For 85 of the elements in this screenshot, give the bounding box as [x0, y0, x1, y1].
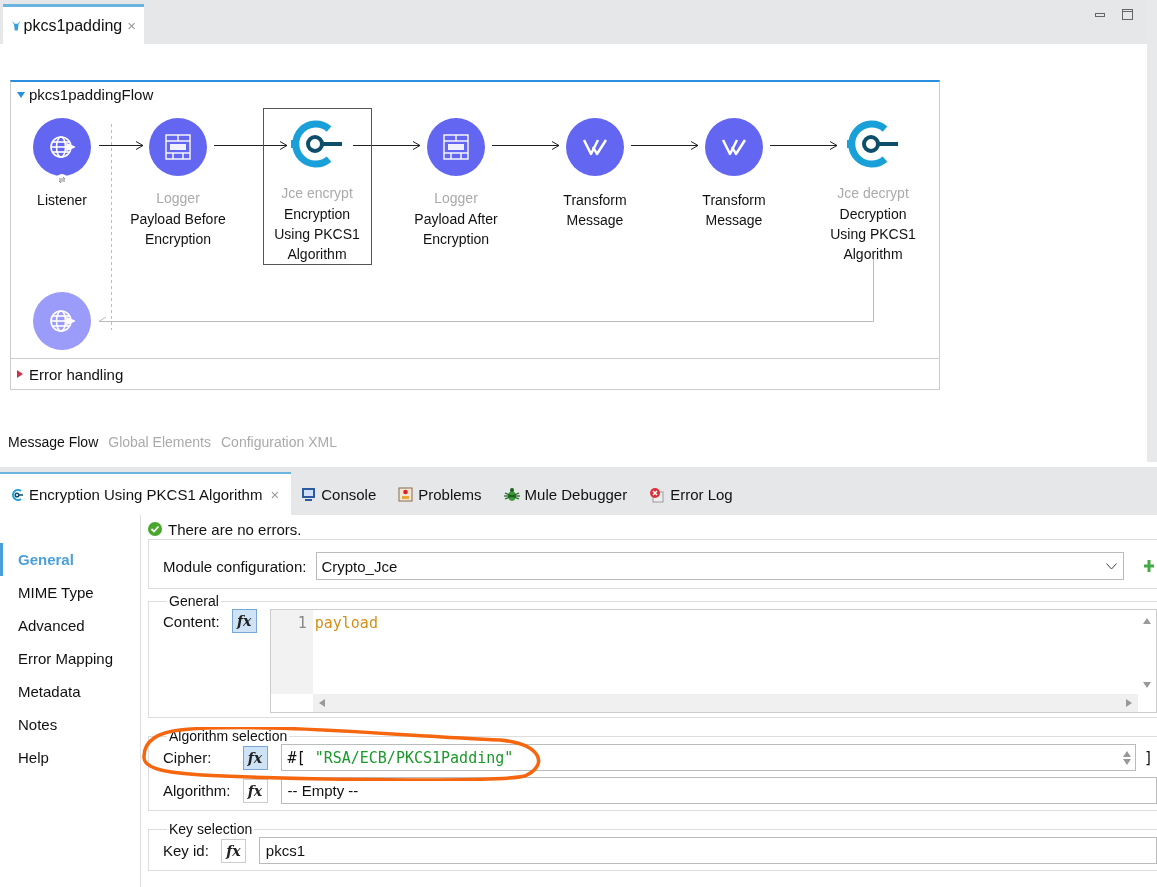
globe-icon [49, 307, 75, 334]
node-type: Jce decrypt [837, 184, 909, 201]
panel-tab[interactable]: Console [291, 472, 389, 515]
field-label: Module configuration: [163, 557, 307, 575]
panel-tab[interactable]: Problems [388, 472, 494, 515]
scroll-down-button[interactable] [1143, 682, 1151, 688]
expand-icon[interactable] [17, 370, 23, 379]
globe-icon [49, 133, 75, 160]
spin-up-button[interactable] [1122, 750, 1131, 757]
key-ring-icon [845, 119, 901, 170]
closing-bracket: ] [1143, 748, 1153, 767]
flow-node[interactable]: Transform Message [540, 107, 650, 265]
panel-tab[interactable]: Error Log [639, 472, 745, 515]
sync-icon [56, 173, 68, 186]
error-icon [649, 486, 666, 503]
flow-node[interactable]: Transform Message [679, 107, 789, 265]
node-name: Payload After Encryption [414, 209, 498, 249]
flow-node[interactable]: Jce decrypt Decryption Using PKCS1 Algorithm [818, 107, 928, 265]
field-label: Algorithm: [163, 782, 231, 799]
monitor-icon [301, 487, 317, 502]
line-number: 1 [297, 614, 307, 634]
flow-arrow [99, 140, 144, 150]
code-text: payload [314, 614, 378, 632]
expression-text: #[ "RSA/ECB/PKCS1Padding" [287, 748, 514, 767]
sidebar-item[interactable]: Advanced [0, 609, 140, 642]
flow-arrow [770, 140, 838, 150]
section-title: Algorithm selection [168, 728, 289, 744]
section-title: Key selection [168, 821, 254, 837]
maximize-button[interactable] [1121, 8, 1135, 22]
node-name: Transform Message [702, 190, 766, 230]
field-label: Content: [163, 613, 220, 630]
expression-toggle-button[interactable]: fx [220, 838, 246, 863]
expand-icon[interactable] [17, 91, 25, 98]
view-tab[interactable]: Message Flow [8, 434, 99, 450]
spin-down-button[interactable] [1122, 758, 1131, 765]
flow-node[interactable]: Jce encrypt Encryption Using PKCS1 Algorithm [262, 107, 372, 265]
panel-tab[interactable]: Mule Debugger [493, 472, 640, 515]
section-title: General [168, 593, 220, 609]
node-type: Jce encrypt [281, 184, 353, 201]
node-type: Logger [434, 189, 478, 206]
field-label: Key id: [163, 842, 209, 859]
flow-arrow [631, 140, 699, 150]
connector-icon [10, 487, 24, 502]
bug-icon [503, 486, 520, 503]
node-name: Encryption Using PKCS1 Algorithm [274, 204, 360, 264]
sidebar-item[interactable]: Metadata [0, 675, 140, 708]
report-icon [398, 487, 414, 502]
flow-name: pkcs1paddingFlow [29, 86, 154, 104]
panel-tab[interactable]: Encryption Using PKCS1 Algorithm × [0, 472, 292, 515]
module-configuration-select[interactable]: Crypto_Jce [316, 552, 1125, 580]
node-type: Logger [156, 189, 200, 206]
status-message: There are no errors. [168, 520, 302, 538]
input-field[interactable]: -- Empty -- [280, 777, 1157, 804]
field-label: Cipher: [163, 749, 213, 766]
node-name: Listener [37, 190, 87, 210]
sidebar-item[interactable]: Help [0, 741, 140, 774]
expression-toggle-button[interactable]: fx [242, 778, 268, 803]
error-handling-label[interactable]: Error handling [29, 365, 124, 383]
node-name: Payload Before Encryption [130, 209, 226, 249]
scroll-right-button[interactable] [1126, 699, 1132, 707]
sidebar-item[interactable]: MIME Type [0, 576, 140, 609]
log-icon [442, 132, 470, 161]
expression-field[interactable]: #[ "RSA/ECB/PKCS1Padding" [280, 744, 1136, 771]
flow-node[interactable]: Listener [7, 107, 117, 265]
minimize-icon [1094, 12, 1106, 18]
key-ring-icon [289, 119, 345, 170]
scroll-up-button[interactable] [1143, 618, 1151, 624]
node-name: Decryption Using PKCS1 Algorithm [830, 204, 916, 264]
expression-toggle-button[interactable]: fx [231, 609, 257, 633]
input-field[interactable]: pkcs1 [258, 837, 1157, 864]
scroll-left-button[interactable] [318, 699, 325, 707]
check-icon [148, 522, 162, 536]
flow-node[interactable]: Logger Payload Before Encryption [123, 107, 233, 265]
log-icon [164, 132, 192, 161]
flow-arrow [492, 140, 560, 150]
sidebar-item[interactable]: Notes [0, 708, 140, 741]
flow-node[interactable]: Logger Payload After Encryption [401, 107, 511, 265]
chevron-down-icon [1106, 562, 1118, 570]
editor-tab[interactable]: pkcs1padding × [3, 4, 144, 44]
expression-toggle-button[interactable]: fx [242, 745, 268, 770]
flow-arrow [353, 140, 421, 150]
node-name: Transform Message [563, 190, 627, 230]
sidebar-item[interactable]: Error Mapping [0, 642, 140, 675]
add-icon[interactable] [1144, 560, 1155, 572]
maximize-icon [1122, 9, 1134, 21]
